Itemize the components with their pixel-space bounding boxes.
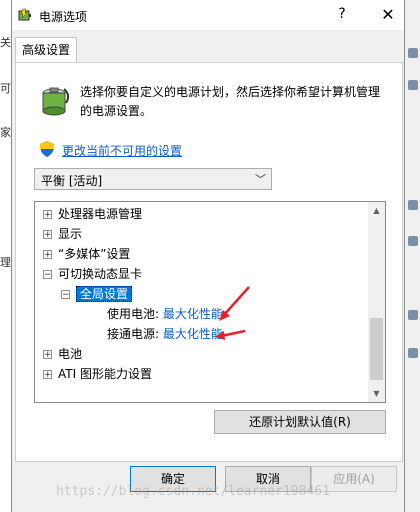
background-window-right — [405, 0, 420, 512]
tree-scrollbar[interactable]: ▲ ▼ — [368, 202, 385, 402]
tree-item-label: 显示 — [58, 227, 83, 241]
chevron-down-icon: ﹀ — [255, 173, 266, 186]
tree-setting-row[interactable]: 使用电池: 最大化性能 — [107, 304, 223, 324]
advanced-settings-panel: 选择你要自定义的电源计划，然后选择你希望计算机管理的电源设置。 更改当前不可用的… — [15, 62, 403, 462]
scroll-up-icon[interactable]: ▲ — [368, 202, 385, 219]
tree-item-label: “多媒体”设置 — [58, 247, 131, 261]
background-icon — [408, 236, 418, 246]
uac-shield-icon — [40, 141, 54, 157]
background-text: 关 — [0, 36, 11, 49]
collapse-icon[interactable]: − — [43, 270, 52, 280]
description-text: 选择你要自定义的电源计划，然后选择你希望计算机管理的电源设置。 — [80, 85, 381, 118]
power-plan-value: 平衡 [活动] — [41, 174, 103, 188]
scrollbar-thumb[interactable] — [370, 318, 383, 380]
tree-item[interactable]: + 处理器电源管理 — [43, 204, 142, 224]
background-window-left: 关 可 家 理 — [0, 0, 11, 512]
close-button[interactable]: ✕ — [378, 5, 398, 24]
expand-icon[interactable]: + — [43, 350, 52, 360]
expand-icon[interactable]: + — [43, 230, 52, 240]
expand-icon[interactable]: + — [43, 210, 52, 220]
background-text: 理 — [0, 256, 11, 269]
title-bar: 电源选项 ? ✕ — [12, 0, 404, 30]
background-icon — [408, 310, 418, 320]
restore-defaults-button[interactable]: 还原计划默认值(R) — [214, 410, 386, 434]
setting-label: 接通电源: — [107, 327, 160, 341]
battery-icon — [42, 87, 70, 116]
power-plan-select[interactable]: 平衡 [活动] ﹀ — [34, 168, 272, 190]
background-icon — [408, 48, 418, 58]
annotation-arrow — [219, 286, 250, 321]
tab-advanced-settings[interactable]: 高级设置 — [15, 37, 78, 63]
tree-item-label: ATI 图形能力设置 — [58, 367, 152, 381]
tree-item-label: 可切换动态显卡 — [58, 267, 143, 281]
tree-item-selected[interactable]: − 全局设置 — [61, 284, 133, 304]
power-options-icon — [18, 8, 31, 21]
scroll-down-icon[interactable]: ▼ — [368, 385, 385, 402]
tree-item[interactable]: + ATI 图形能力设置 — [43, 364, 152, 384]
annotation-arrow — [215, 329, 246, 340]
settings-tree: + 处理器电源管理 + 显示 + “多媒体”设置 − 可切换动态显卡 − 全局设置 使用电… — [34, 201, 386, 403]
background-icon — [408, 200, 418, 210]
tree-item[interactable]: + 显示 — [43, 224, 82, 244]
background-text: 家 — [0, 126, 11, 139]
tree-item[interactable]: + 电池 — [43, 344, 82, 364]
tree-item[interactable]: + “多媒体”设置 — [43, 244, 130, 264]
tree-item-label: 电池 — [58, 347, 83, 361]
tree-item-label: 处理器电源管理 — [58, 207, 143, 221]
power-options-dialog: 电源选项 ? ✕ 高级设置 选择你要自定义的电源计划，然后选择你希望计算机管理的… — [11, 0, 405, 512]
collapse-icon[interactable]: − — [61, 290, 70, 300]
watermark: https://blog.csdn.net/learner198461 — [56, 484, 330, 499]
background-icon — [408, 348, 418, 358]
help-button[interactable]: ? — [332, 6, 352, 24]
tree-item-label: 全局设置 — [76, 286, 133, 302]
window-title: 电源选项 — [39, 10, 88, 24]
setting-value-link[interactable]: 最大化性能 — [163, 307, 223, 321]
tree-item[interactable]: − 可切换动态显卡 — [43, 264, 142, 284]
tree-setting-row[interactable]: 接通电源: 最大化性能 — [107, 324, 223, 344]
expand-icon[interactable]: + — [43, 370, 52, 380]
expand-icon[interactable]: + — [43, 250, 52, 260]
setting-label: 使用电池: — [107, 307, 160, 321]
background-icon — [408, 80, 418, 90]
background-text: 可 — [0, 82, 11, 95]
change-unavailable-settings-link[interactable]: 更改当前不可用的设置 — [62, 142, 182, 159]
tab-strip: 高级设置 — [12, 30, 404, 63]
